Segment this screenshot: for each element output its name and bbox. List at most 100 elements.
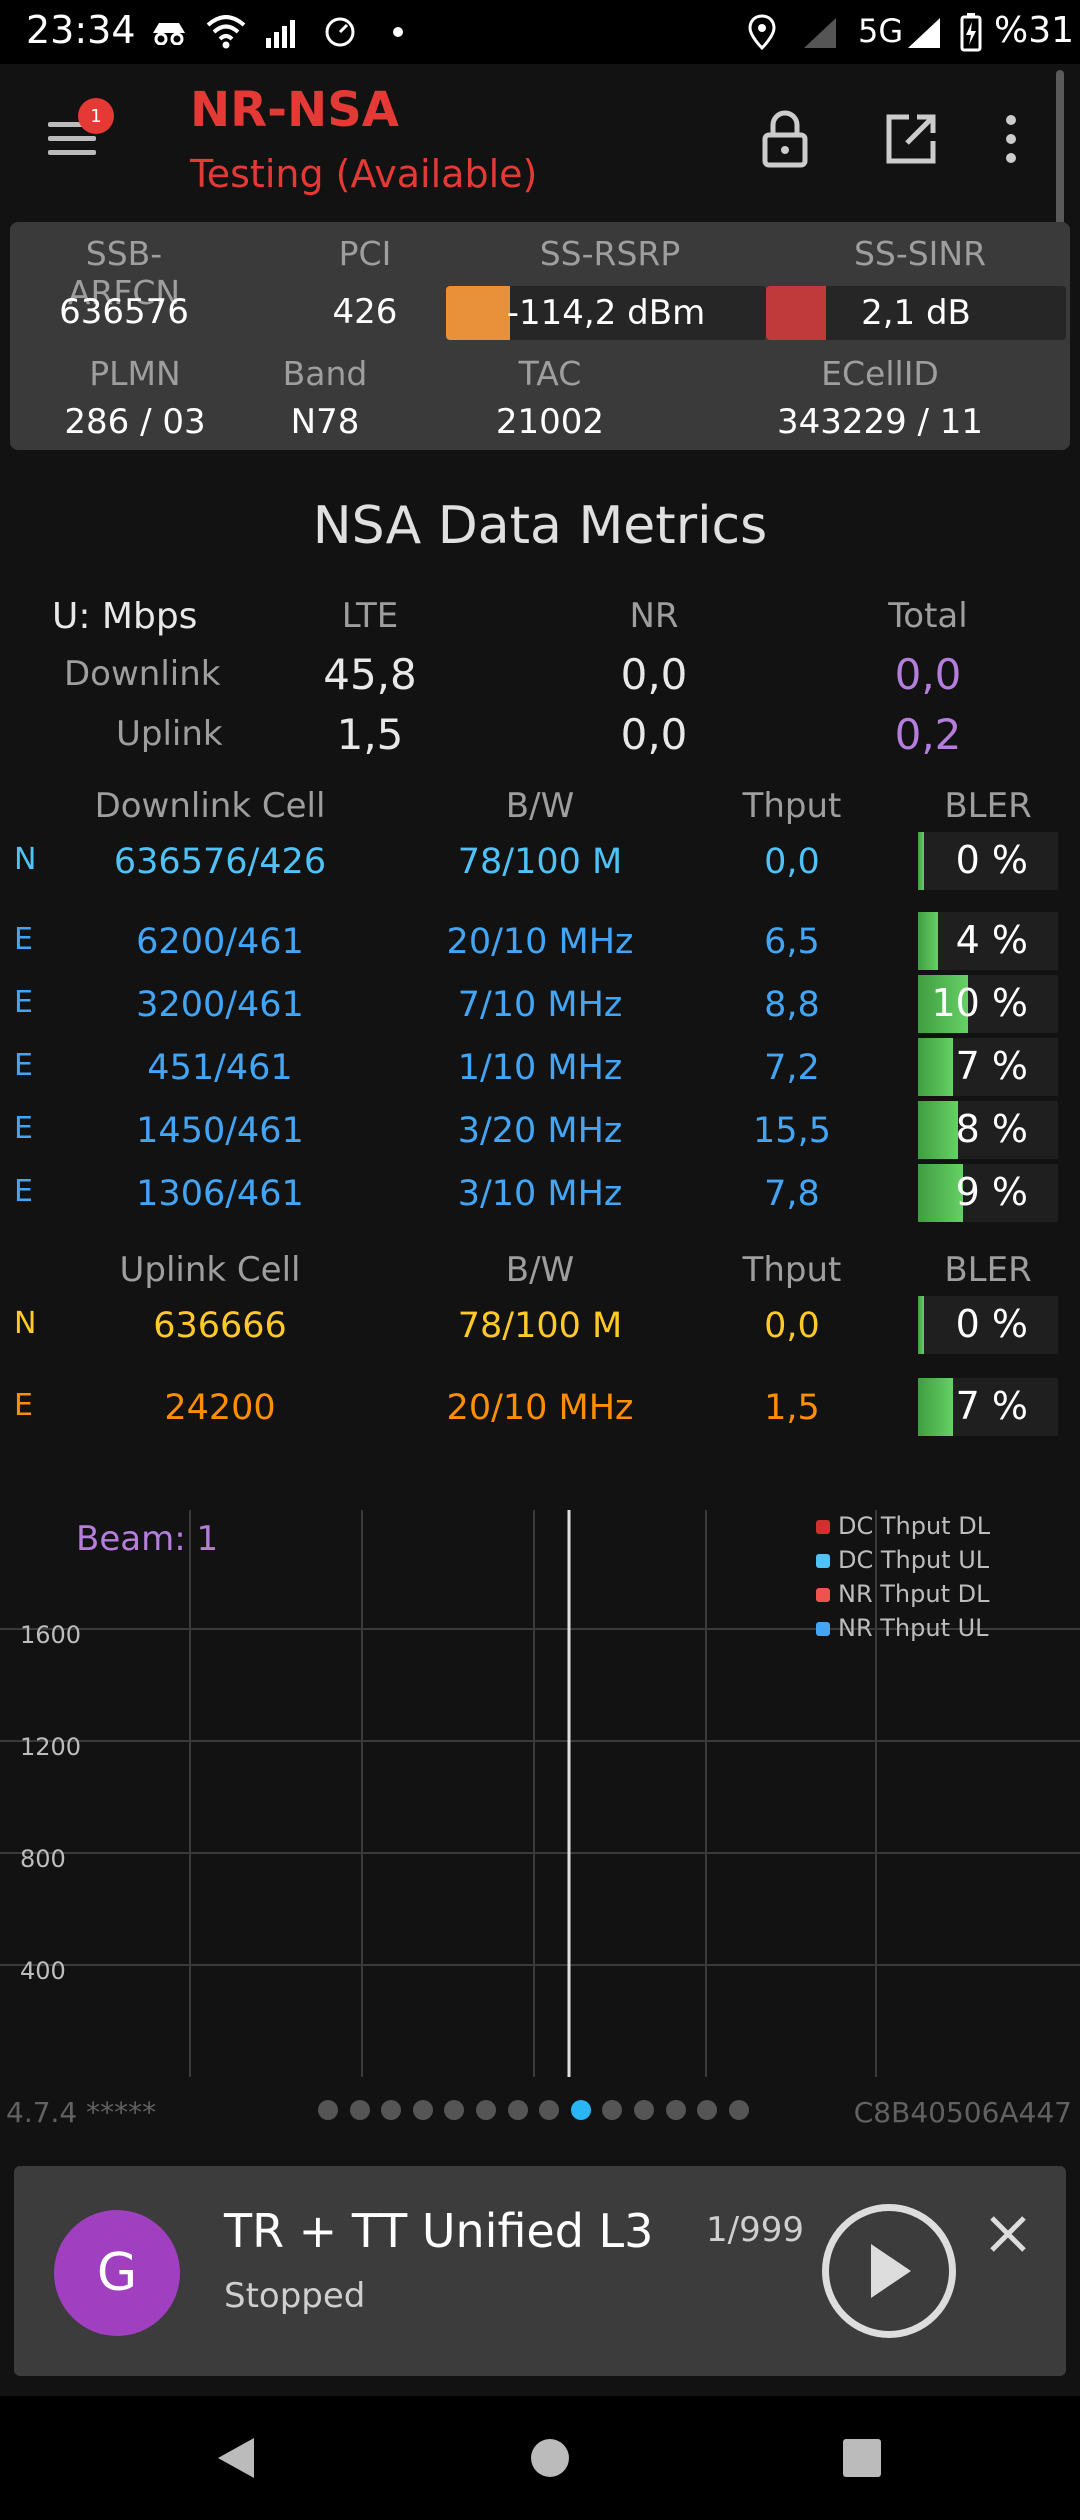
cell-type: E bbox=[14, 1048, 33, 1083]
cell-id: 3200/461 bbox=[136, 985, 304, 1025]
recents-button[interactable] bbox=[830, 2426, 894, 2490]
downlink-nr-value: 0,0 bbox=[620, 650, 688, 699]
battery-level: %31 bbox=[994, 10, 1075, 51]
page-dot[interactable] bbox=[570, 2100, 591, 2120]
bler-meter: 8 % bbox=[918, 1101, 1058, 1159]
ss-rsrp-value: -114,2 dBm bbox=[506, 293, 706, 333]
col-lte-header: LTE bbox=[341, 596, 399, 636]
page-dot[interactable] bbox=[349, 2100, 370, 2120]
cell-id: 636576/426 bbox=[113, 842, 327, 882]
cell-thput: 1,5 bbox=[764, 1388, 820, 1428]
col-nr-header: NR bbox=[629, 596, 679, 636]
back-icon bbox=[218, 2438, 254, 2478]
cell-id: 1306/461 bbox=[136, 1174, 304, 1214]
downlink-total-value: 0,0 bbox=[894, 650, 962, 699]
ul-cell-header: Uplink Cell bbox=[119, 1250, 301, 1290]
page-dot[interactable] bbox=[475, 2100, 496, 2120]
plmn-value: 286 / 03 bbox=[64, 402, 206, 442]
cell-id: 451/461 bbox=[147, 1048, 293, 1088]
ul-bw-header: B/W bbox=[505, 1250, 575, 1290]
dl-thput-header: Thput bbox=[742, 786, 842, 826]
open-external-icon bbox=[886, 114, 936, 164]
bler-meter: 0 % bbox=[918, 832, 1058, 890]
cell-thput: 7,8 bbox=[764, 1174, 820, 1214]
cell-thput: 0,0 bbox=[764, 842, 820, 882]
y-tick-label: 1200 bbox=[20, 1733, 81, 1761]
tac-label: TAC bbox=[518, 354, 582, 393]
legend-label: DC Thput DL bbox=[838, 1512, 991, 1540]
lock-button[interactable] bbox=[750, 104, 820, 174]
play-icon bbox=[871, 2244, 911, 2298]
bler-fill bbox=[918, 1038, 953, 1096]
play-button[interactable] bbox=[822, 2204, 956, 2338]
page-dot[interactable] bbox=[507, 2100, 528, 2120]
more-vert-icon bbox=[1006, 115, 1016, 163]
throughput-chart[interactable]: 400 800 1200 1600 Beam: 1 DC Thput DL DC Thput… bbox=[0, 1500, 1080, 2090]
page-dot[interactable] bbox=[539, 2100, 560, 2120]
cell-type: E bbox=[14, 985, 33, 1020]
close-button[interactable] bbox=[980, 2206, 1036, 2262]
location-icon bbox=[744, 12, 780, 52]
bler-value: 0 % bbox=[955, 1302, 1028, 1346]
dot-icon bbox=[388, 12, 408, 52]
legend-swatch bbox=[816, 1588, 830, 1602]
cell-type: E bbox=[14, 1111, 33, 1146]
status-time: 23:34 bbox=[26, 8, 136, 52]
page-dot[interactable] bbox=[381, 2100, 402, 2120]
page-dot[interactable] bbox=[665, 2100, 686, 2120]
legend-label: NR Thput DL bbox=[838, 1580, 990, 1608]
unit-label: U: Mbps bbox=[52, 596, 198, 637]
col-total-header: Total bbox=[888, 596, 968, 636]
test-player-card: G TR + TT Unified L3 Stopped 1/999 bbox=[14, 2166, 1066, 2376]
close-icon bbox=[990, 2216, 1026, 2252]
open-external-button[interactable] bbox=[876, 104, 946, 174]
uplink-lte-value: 1,5 bbox=[336, 710, 404, 759]
bler-value: 7 % bbox=[955, 1044, 1028, 1088]
ul-bler-header: BLER bbox=[944, 1250, 1032, 1290]
app-bar: 1 NR-NSA Testing (Available) bbox=[0, 64, 1080, 214]
sinr-meter: 2,1 dB bbox=[766, 286, 1066, 340]
ul-thput-header: Thput bbox=[742, 1250, 842, 1290]
notification-badge: 1 bbox=[78, 98, 114, 134]
y-tick-label: 800 bbox=[20, 1845, 66, 1873]
bler-value: 8 % bbox=[955, 1107, 1028, 1151]
page-dot[interactable] bbox=[602, 2100, 623, 2120]
signal-icon bbox=[262, 12, 302, 52]
recents-icon bbox=[843, 2439, 881, 2477]
player-title: TR + TT Unified L3 bbox=[224, 2204, 654, 2258]
bler-fill bbox=[918, 1296, 924, 1354]
bler-value: 7 % bbox=[955, 1384, 1028, 1428]
overflow-menu-button[interactable] bbox=[986, 104, 1036, 174]
page-dot[interactable] bbox=[318, 2100, 338, 2120]
bler-fill bbox=[918, 832, 924, 890]
cell-id: 6200/461 bbox=[136, 922, 304, 962]
dl-bler-header: BLER bbox=[944, 786, 1032, 826]
cell-type: N bbox=[14, 1306, 37, 1341]
page-dot[interactable] bbox=[697, 2100, 718, 2120]
cell-id: 24200 bbox=[164, 1388, 276, 1428]
cell-type: E bbox=[14, 922, 33, 957]
page-indicator[interactable] bbox=[318, 2100, 749, 2120]
home-button[interactable] bbox=[518, 2426, 582, 2490]
chart-title: Beam: 1 bbox=[76, 1519, 218, 1559]
band-label: Band bbox=[282, 354, 368, 393]
uplink-label: Uplink bbox=[116, 714, 223, 754]
page-dot[interactable] bbox=[412, 2100, 433, 2120]
system-nav-bar bbox=[0, 2396, 1080, 2520]
page-dot[interactable] bbox=[633, 2100, 654, 2120]
bler-fill bbox=[918, 1378, 953, 1436]
cell-type: E bbox=[14, 1174, 33, 1209]
ss-sinr-value: 2,1 dB bbox=[861, 293, 971, 333]
bler-fill bbox=[918, 912, 938, 970]
legend-swatch bbox=[816, 1520, 830, 1534]
ecellid-label: ECellID bbox=[821, 354, 939, 393]
downlink-lte-value: 45,8 bbox=[323, 650, 417, 699]
page-dot[interactable] bbox=[728, 2100, 749, 2120]
page-dot[interactable] bbox=[444, 2100, 465, 2120]
bler-value: 9 % bbox=[955, 1170, 1028, 1214]
player-status: Stopped bbox=[224, 2276, 366, 2316]
back-button[interactable] bbox=[204, 2426, 268, 2490]
player-count: 1/999 bbox=[706, 2210, 804, 2250]
cell-type: N bbox=[14, 842, 37, 877]
pci-value: 426 bbox=[332, 292, 398, 332]
